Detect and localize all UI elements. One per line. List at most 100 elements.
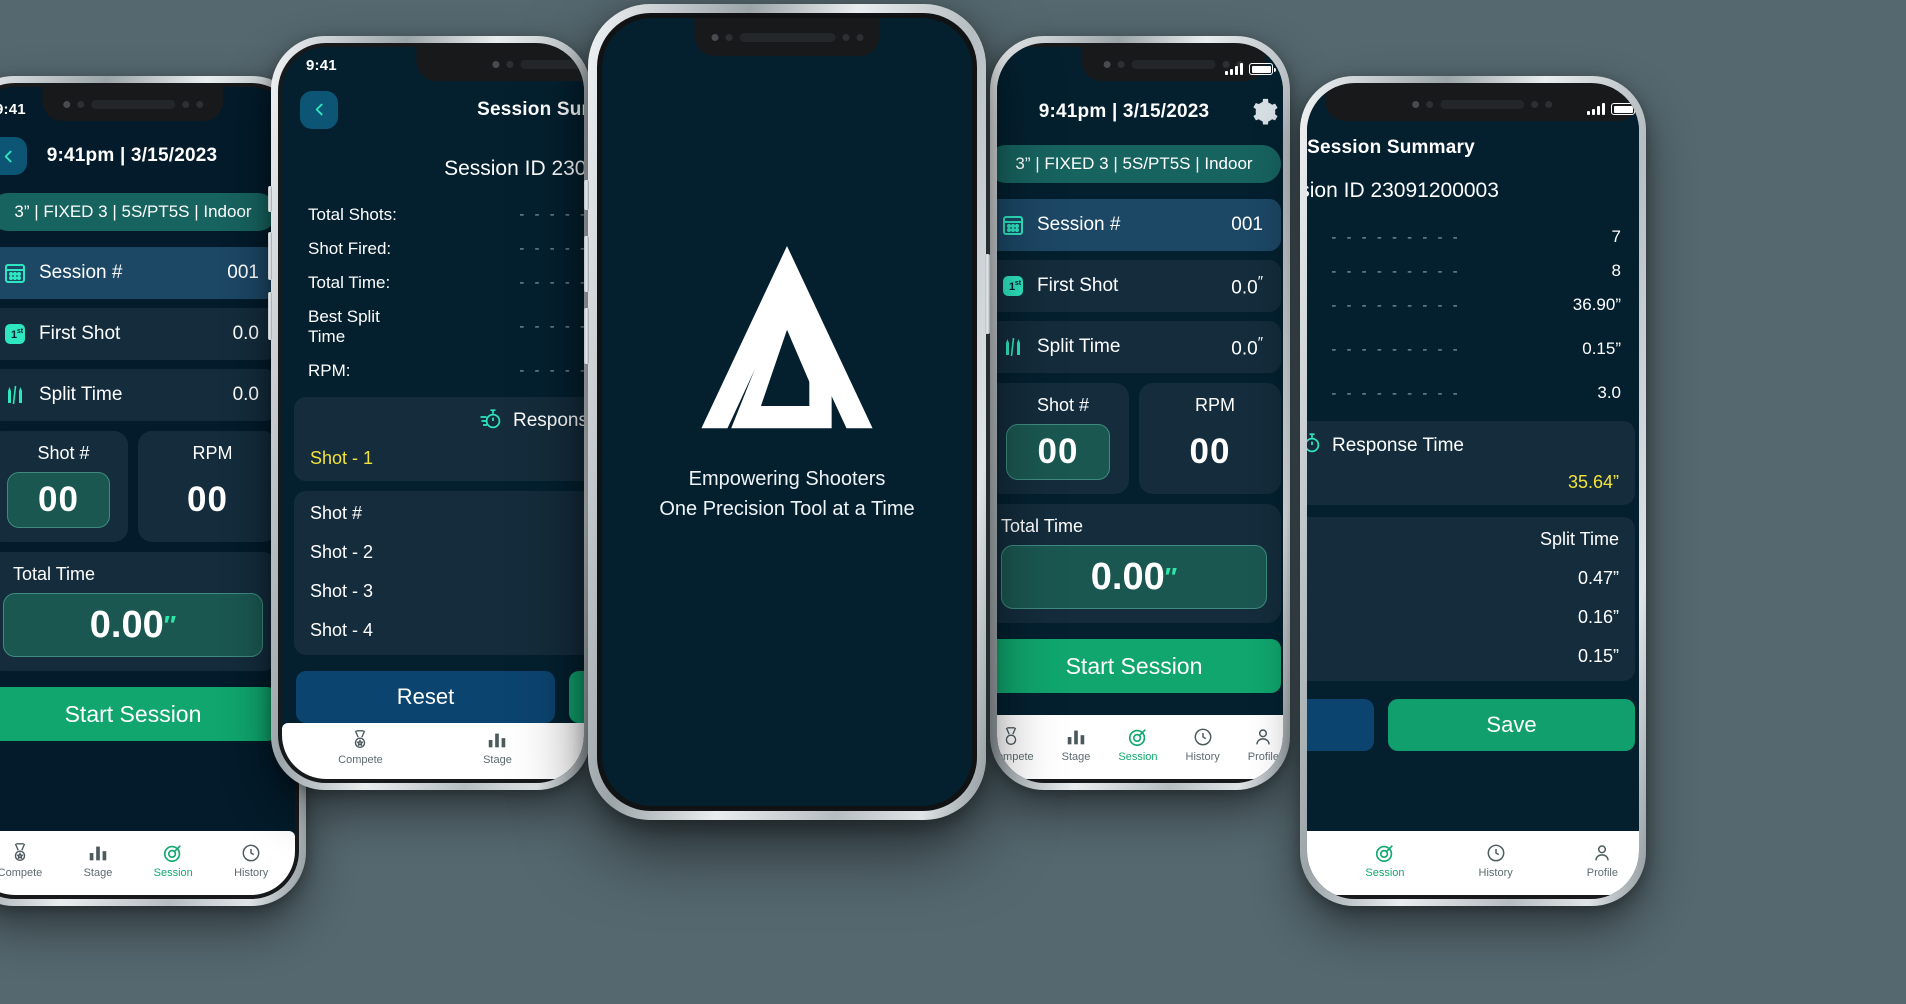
metric-shot-number[interactable]: Shot # 00 <box>997 383 1129 494</box>
svg-text:st: st <box>17 328 24 335</box>
row-dashes: - - - - - - - - - <box>1331 384 1461 402</box>
start-session-button[interactable]: Start Session <box>997 639 1281 693</box>
row-label: Total Time: <box>308 272 391 292</box>
metric-rpm[interactable]: RPM 00 <box>138 431 277 542</box>
row-split-time[interactable]: Split Time 0.0″ <box>997 321 1281 373</box>
split-header-left: Shot # <box>310 502 363 523</box>
clock-icon <box>1194 728 1212 745</box>
status-icons <box>1225 63 1276 75</box>
row-split-time[interactable]: Split Time 0.0 <box>0 369 277 421</box>
bars-icon <box>489 734 506 748</box>
table-row: Shot Fired: - - - - - - - - - 8 <box>1307 261 1621 281</box>
row-session-number[interactable]: Session # 001 <box>997 199 1281 251</box>
target-icon <box>1375 844 1393 862</box>
status-bar: 9:41 <box>0 87 295 131</box>
split-row: Shot - 3 0.16” <box>310 581 584 602</box>
tab-session[interactable]: Session <box>1118 726 1158 763</box>
tab-profile[interactable]: Profile <box>1248 726 1279 763</box>
tab-history[interactable]: History <box>1479 842 1513 879</box>
metric-rpm[interactable]: RPM 00 <box>1139 383 1281 494</box>
split-time-card: Shot # Split Time Shot - 2 0.47” Shot - … <box>1307 517 1635 681</box>
reset-button[interactable]: Reset <box>296 670 555 723</box>
tab-compete[interactable]: Compete <box>997 726 1034 763</box>
total-time-card[interactable]: Total Time 0.00 ″ <box>997 504 1281 623</box>
tab-history[interactable]: History <box>234 842 268 879</box>
row-dashes: - - - - - - - - - <box>519 206 584 224</box>
screen-3-splash: Empowering Shooters One Precision Tool a… <box>602 18 972 806</box>
row-value: 0.15” <box>1582 339 1621 358</box>
response-time-icon <box>1307 431 1322 460</box>
response-shot-label: Shot - 1 <box>310 447 374 468</box>
signal-icon <box>1225 63 1243 75</box>
metric-shot-number[interactable]: Shot # 00 <box>0 431 128 542</box>
tab-stage[interactable]: Stage <box>483 729 512 766</box>
tab-label: Profile <box>1586 866 1618 879</box>
split-label: Shot - 2 <box>310 541 374 562</box>
tab-stage[interactable]: Stage <box>84 842 112 879</box>
info-rows: Session # 001 1st First Shot 0.0″ Split … <box>997 199 1283 373</box>
tab-history[interactable]: History <box>1186 726 1220 763</box>
back-button[interactable] <box>0 137 27 175</box>
clock-icon <box>242 844 260 861</box>
row-label: Best Split Time <box>308 306 380 346</box>
table-row: Total Time: - - - - - - - - - 36.90” <box>308 273 584 293</box>
table-row: RPM: - - - - - - - - - 3.0 <box>308 361 584 381</box>
split-value: 0.16” <box>1577 607 1619 627</box>
response-time-title: Response Time <box>1331 434 1464 456</box>
medal-icon <box>14 842 26 861</box>
save-button[interactable]: Save <box>1388 699 1635 751</box>
metric-value: 00 <box>1189 432 1231 471</box>
reset-button[interactable]: Reset <box>1307 699 1374 751</box>
row-value: 001 <box>227 262 259 283</box>
row-value: 0.0″ <box>1231 273 1263 299</box>
back-button[interactable] <box>300 90 338 129</box>
save-button[interactable]: Save <box>569 670 584 723</box>
tagline-line-2: One Precision Tool at a Time <box>659 497 915 520</box>
total-time-number: 0.00 <box>89 603 164 646</box>
total-time-card[interactable]: Total Time 0.00 ″ <box>0 552 277 671</box>
tab-session[interactable]: Session <box>154 842 193 879</box>
gear-icon[interactable] <box>1249 97 1279 127</box>
response-time-icon <box>479 407 503 436</box>
metric-value: 00 <box>1005 424 1111 480</box>
row-session-number[interactable]: Session # 001 <box>0 247 277 299</box>
row-value: 7 <box>1611 227 1621 246</box>
table-row: RPM: - - - - - - - - - 3.0 <box>1307 383 1621 403</box>
status-bar: 9:41 <box>997 47 1283 91</box>
total-time-unit: ″ <box>163 609 177 640</box>
tab-session[interactable]: Session <box>1365 842 1405 879</box>
row-number: 0.0 <box>1231 277 1258 299</box>
tab-compete[interactable]: Compete <box>338 729 383 766</box>
metric-value: 00 <box>187 480 228 519</box>
row-label: First Shot <box>1037 275 1119 296</box>
tab-label: Session <box>1365 866 1405 879</box>
row-unit: ″ <box>1257 272 1263 290</box>
person-icon <box>1595 844 1610 860</box>
row-first-shot[interactable]: 1st First Shot 0.0″ <box>997 260 1281 312</box>
total-time-unit: ″ <box>1164 561 1178 592</box>
phone-2-summary: 9:41 Session Summary Session ID 23091200… <box>268 36 591 790</box>
screen-4: 9:41 9:41pm | 3/15/2023 3” | FIXED 3 | 5… <box>997 47 1283 779</box>
row-dashes: - - - - - - - - - <box>519 318 584 336</box>
start-session-button[interactable]: Start Session <box>0 687 277 741</box>
tab-compete[interactable]: Compete <box>0 842 42 879</box>
row-first-shot[interactable]: 1st First Shot 0.0 <box>0 308 277 360</box>
medal-icon <box>355 730 366 749</box>
session-config-chip[interactable]: 3” | FIXED 3 | 5S/PT5S | Indoor <box>997 145 1281 183</box>
row-label: First Shot <box>39 323 121 344</box>
app-header: Session Summary <box>1307 131 1639 173</box>
session-config-chip[interactable]: 3” | FIXED 3 | 5S/PT5S | Indoor <box>0 193 277 231</box>
table-row: Shot Fired: - - - - - - - - - 8 <box>308 239 584 259</box>
split-time-card: Shot # Split Time Shot - 2 0.47” Shot - … <box>294 490 584 655</box>
screen-2: 9:41 Session Summary Session ID 23091200… <box>282 47 584 779</box>
phone-5-summary: 9:41 Session Summary Session ID 23091200… <box>1300 76 1646 906</box>
row-label: Shot Fired: <box>308 238 392 258</box>
phone-showcase: 9:41 9:41pm | 3/15/2023 3” | FIXED 3 | 5… <box>0 0 1906 1004</box>
app-header: 9:41pm | 3/15/2023 <box>997 91 1283 141</box>
tab-profile[interactable]: Profile <box>1587 842 1618 879</box>
tab-stage[interactable]: Stage <box>1062 726 1090 763</box>
split-label: Shot - 3 <box>310 580 374 601</box>
target-icon <box>164 844 182 862</box>
session-id: Session ID 23091200003 <box>444 156 584 180</box>
session-id: Session ID 23091200003 <box>1307 179 1499 202</box>
